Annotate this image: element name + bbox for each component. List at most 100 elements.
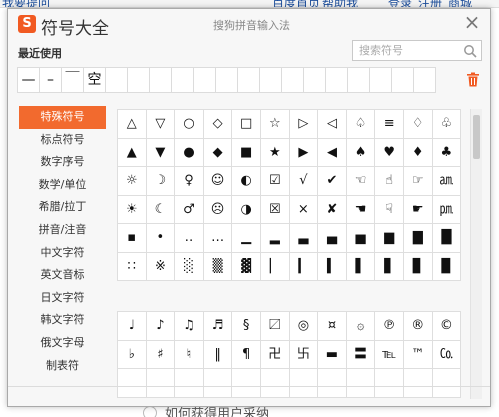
bg-link-register[interactable]: 注册: [418, 0, 442, 7]
symbol-cell[interactable]: ♥: [375, 138, 404, 167]
symbol-cell[interactable]: □: [232, 110, 261, 139]
symbol-cell[interactable]: ♤: [346, 110, 376, 139]
symbol-cell[interactable]: [318, 369, 347, 398]
category-item[interactable]: 特殊符号: [19, 106, 106, 129]
symbol-cell[interactable]: ♪: [146, 312, 176, 341]
close-button[interactable]: ×: [462, 12, 482, 33]
symbol-cell[interactable]: ▬: [318, 340, 347, 369]
symbol-cell[interactable]: ▉: [432, 252, 462, 281]
recent-symbol-cell[interactable]: [127, 67, 150, 93]
symbol-cell[interactable]: ♩: [118, 312, 147, 341]
recent-symbol-cell[interactable]: [347, 67, 370, 93]
symbol-cell[interactable]: ♫: [175, 312, 204, 341]
symbol-cell[interactable]: ◑: [232, 195, 261, 224]
recent-symbol-cell[interactable]: ￣: [61, 67, 84, 93]
symbol-cell[interactable]: ○: [175, 110, 204, 139]
recent-symbol-cell[interactable]: [215, 67, 238, 93]
symbol-cell[interactable]: ●: [175, 138, 204, 167]
symbol-cell[interactable]: [175, 369, 204, 398]
symbol-cell[interactable]: [289, 369, 319, 398]
symbol-cell[interactable]: ▽: [146, 110, 176, 139]
symbol-cell[interactable]: ®: [403, 312, 433, 341]
symbol-cell[interactable]: ▂: [260, 224, 290, 253]
symbol-cell[interactable]: §: [232, 312, 261, 341]
category-item[interactable]: 数字序号: [19, 151, 106, 174]
symbol-cell[interactable]: ☑: [260, 167, 290, 196]
category-item[interactable]: 俄文字母: [19, 332, 106, 355]
symbol-cell[interactable]: ☽: [146, 167, 176, 196]
symbol-cell[interactable]: ▅: [346, 224, 376, 253]
bg-link-home[interactable]: 百度首页: [272, 0, 320, 7]
symbol-cell[interactable]: ☜: [346, 167, 376, 196]
recent-symbol-cell[interactable]: [325, 67, 348, 93]
symbol-cell[interactable]: 〓: [346, 340, 376, 369]
symbol-cell[interactable]: ♬: [203, 312, 233, 341]
trash-icon[interactable]: [466, 72, 480, 87]
symbol-cell[interactable]: ◆: [203, 138, 233, 167]
symbol-cell[interactable]: 卐: [289, 340, 319, 369]
symbol-cell[interactable]: [403, 369, 433, 398]
bg-link-mall[interactable]: 商城: [448, 0, 472, 7]
symbol-cell[interactable]: ♂: [175, 195, 204, 224]
symbol-cell[interactable]: ♢: [403, 110, 433, 139]
category-item[interactable]: 希腊/拉丁: [19, 196, 106, 219]
symbol-cell[interactable]: ※: [146, 252, 176, 281]
symbol-cell[interactable]: △: [118, 110, 147, 139]
symbol-cell[interactable]: ☆: [260, 110, 290, 139]
recent-symbol-cell[interactable]: [413, 67, 436, 93]
category-item[interactable]: 标点符号: [19, 129, 106, 152]
symbol-cell[interactable]: ™: [403, 340, 433, 369]
recent-symbol-cell[interactable]: [259, 67, 282, 93]
symbol-cell[interactable]: ▍: [318, 252, 347, 281]
symbol-cell[interactable]: ▷: [289, 110, 319, 139]
symbol-cell[interactable]: ▶: [289, 138, 319, 167]
symbol-cell[interactable]: ♀: [175, 167, 204, 196]
symbol-cell[interactable]: [260, 369, 290, 398]
symbol-cell[interactable]: ◐: [232, 167, 261, 196]
recent-symbol-cell[interactable]: [391, 67, 414, 93]
symbol-cell[interactable]: [232, 369, 261, 398]
symbol-cell[interactable]: [203, 369, 233, 398]
symbol-cell[interactable]: 〼: [260, 312, 290, 341]
symbol-cell[interactable]: ▼: [146, 138, 176, 167]
search-box[interactable]: [352, 40, 482, 61]
symbol-cell[interactable]: ℡: [375, 340, 404, 369]
recent-symbol-cell[interactable]: [281, 67, 304, 93]
symbol-cell[interactable]: ≡: [375, 110, 404, 139]
symbol-cell[interactable]: ℗: [375, 312, 404, 341]
symbol-cell[interactable]: ‖: [203, 340, 233, 369]
search-input[interactable]: [353, 41, 459, 60]
symbol-cell[interactable]: ▃: [289, 224, 319, 253]
symbol-cell[interactable]: ♣: [432, 138, 462, 167]
category-item[interactable]: 拼音/注音: [19, 219, 106, 242]
symbol-cell[interactable]: …: [203, 224, 233, 253]
symbol-cell[interactable]: ▄: [318, 224, 347, 253]
symbol-cell[interactable]: ㏇: [432, 340, 462, 369]
symbol-cell[interactable]: ▲: [118, 138, 147, 167]
symbol-cell[interactable]: [118, 369, 147, 398]
symbol-cell[interactable]: 卍: [260, 340, 290, 369]
symbol-cell[interactable]: ♧: [432, 110, 462, 139]
bg-link-ask[interactable]: 我要提问: [2, 0, 50, 7]
recent-symbol-cell[interactable]: [171, 67, 194, 93]
symbol-cell[interactable]: ░: [175, 252, 204, 281]
symbol-cell[interactable]: ¤: [318, 312, 347, 341]
symbol-cell[interactable]: ▋: [375, 252, 404, 281]
symbol-cell[interactable]: ✘: [318, 195, 347, 224]
bg-link-login[interactable]: 登录: [388, 0, 412, 7]
category-item[interactable]: 中文字符: [19, 242, 106, 265]
symbol-cell[interactable]: ∷: [118, 252, 147, 281]
symbol-cell[interactable]: ☚: [346, 195, 376, 224]
symbol-cell[interactable]: ☺: [203, 167, 233, 196]
symbol-cell[interactable]: █: [432, 224, 462, 253]
symbol-cell[interactable]: ☼: [118, 167, 147, 196]
symbol-cell[interactable]: √: [289, 167, 319, 196]
symbol-cell[interactable]: [375, 369, 404, 398]
symbol-cell[interactable]: •: [146, 224, 176, 253]
recent-symbol-cell[interactable]: 空: [83, 67, 106, 93]
symbol-cell[interactable]: ◀: [318, 138, 347, 167]
symbol-cell[interactable]: ▆: [375, 224, 404, 253]
scrollbar-thumb[interactable]: [473, 115, 480, 159]
symbol-cell[interactable]: ▒: [203, 252, 233, 281]
symbol-cell[interactable]: [432, 369, 462, 398]
